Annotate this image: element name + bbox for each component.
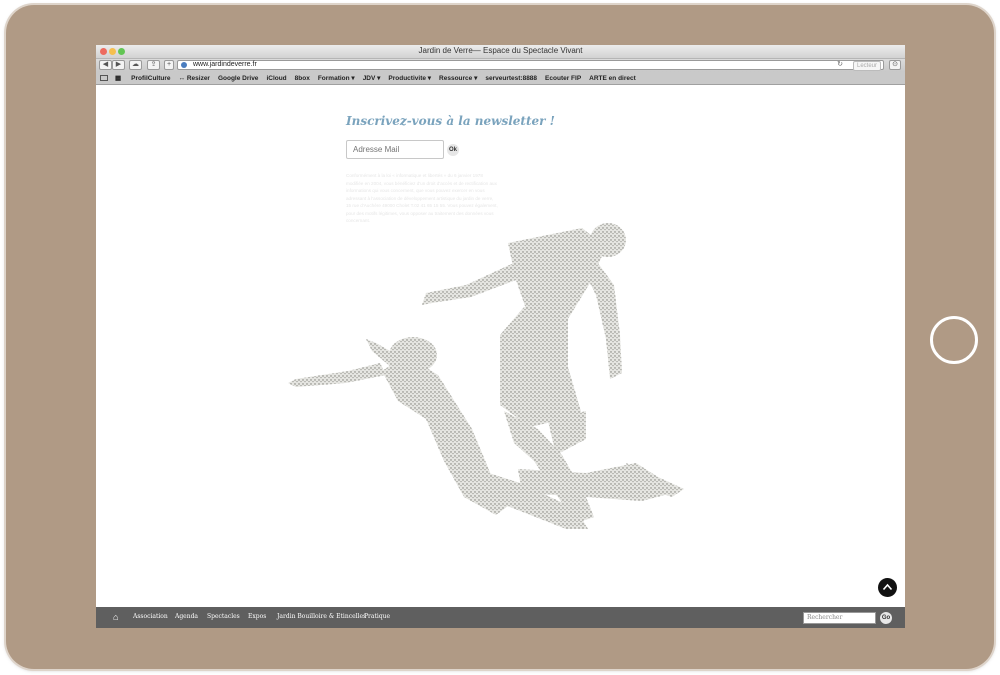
url-text: www.jardindeverre.fr bbox=[193, 61, 257, 68]
newsletter-title: Inscrivez-vous à la newsletter ! bbox=[346, 114, 555, 128]
nav-item-association[interactable]: Association bbox=[133, 613, 168, 620]
bookmark-item[interactable]: ARTE en direct bbox=[589, 75, 636, 82]
nav-item-agenda[interactable]: Agenda bbox=[175, 613, 198, 620]
browser-toolbar: ◀ ▶ ☁ ⇪ + www.jardindeverre.fr ↻ Lecteur… bbox=[96, 59, 905, 72]
title-bar: Jardin de Verre— Espace du Spectacle Viv… bbox=[96, 45, 905, 59]
reader-button[interactable]: Lecteur bbox=[852, 61, 881, 71]
nav-item-spectacles[interactable]: Spectacles bbox=[207, 613, 240, 620]
search-go-button[interactable]: Go bbox=[880, 612, 892, 624]
globe-icon bbox=[181, 62, 187, 68]
reload-icon[interactable]: ↻ bbox=[837, 61, 843, 69]
downloads-icon[interactable]: ⊙ bbox=[889, 60, 901, 70]
newsletter-submit-button[interactable]: Ok bbox=[447, 144, 459, 156]
bookmark-item[interactable]: ↔ Resizer bbox=[179, 75, 210, 82]
bookmark-item[interactable]: Google Drive bbox=[218, 75, 258, 82]
bookmark-item[interactable]: serveurtest:8888 bbox=[485, 75, 537, 82]
bookmarks-bar: ▦ ProfilCulture ↔ Resizer Google Drive i… bbox=[96, 72, 905, 85]
site-navbar: ⌂ Association Agenda Spectacles Expos Ja… bbox=[96, 607, 905, 628]
nav-item-expos[interactable]: Expos bbox=[248, 613, 266, 620]
nav-item-jardin-bouilloire[interactable]: Jardin Bouilloire & Etincelles bbox=[277, 613, 366, 620]
icloud-tabs-button[interactable]: ☁ bbox=[129, 60, 142, 70]
bookmark-item[interactable]: Ressource ▾ bbox=[439, 74, 477, 82]
window-title: Jardin de Verre— Espace du Spectacle Viv… bbox=[418, 46, 583, 55]
share-button[interactable]: ⇪ bbox=[147, 60, 160, 70]
dancers-illustration bbox=[288, 223, 684, 529]
back-button[interactable]: ◀ bbox=[99, 60, 112, 70]
nav-item-pratique[interactable]: Pratique bbox=[364, 613, 390, 620]
scroll-top-icon[interactable] bbox=[878, 578, 897, 597]
email-field[interactable] bbox=[346, 140, 444, 159]
home-icon[interactable]: ⌂ bbox=[113, 612, 118, 622]
bookmark-item[interactable]: Ecouter FIP bbox=[545, 75, 581, 82]
search-input[interactable]: Rechercher bbox=[803, 612, 876, 624]
bookmark-item[interactable]: iCloud bbox=[266, 75, 286, 82]
address-bar[interactable]: www.jardindeverre.fr ↻ Lecteur bbox=[177, 60, 884, 71]
bookmark-item[interactable]: Formation ▾ bbox=[318, 74, 355, 82]
forward-button[interactable]: ▶ bbox=[112, 60, 125, 70]
tablet-home-button[interactable] bbox=[930, 316, 978, 364]
bookmark-item[interactable]: Productivite ▾ bbox=[388, 74, 431, 82]
top-sites-icon[interactable]: ▦ bbox=[115, 74, 121, 82]
bookmarks-icon[interactable] bbox=[100, 75, 108, 81]
bookmark-item[interactable]: ProfilCulture bbox=[131, 75, 170, 82]
add-bookmark-button[interactable]: + bbox=[164, 60, 174, 70]
browser-window: Jardin de Verre— Espace du Spectacle Viv… bbox=[96, 45, 905, 628]
bookmark-item[interactable]: JDV ▾ bbox=[363, 74, 381, 82]
bookmark-item[interactable]: 8box bbox=[295, 75, 310, 82]
